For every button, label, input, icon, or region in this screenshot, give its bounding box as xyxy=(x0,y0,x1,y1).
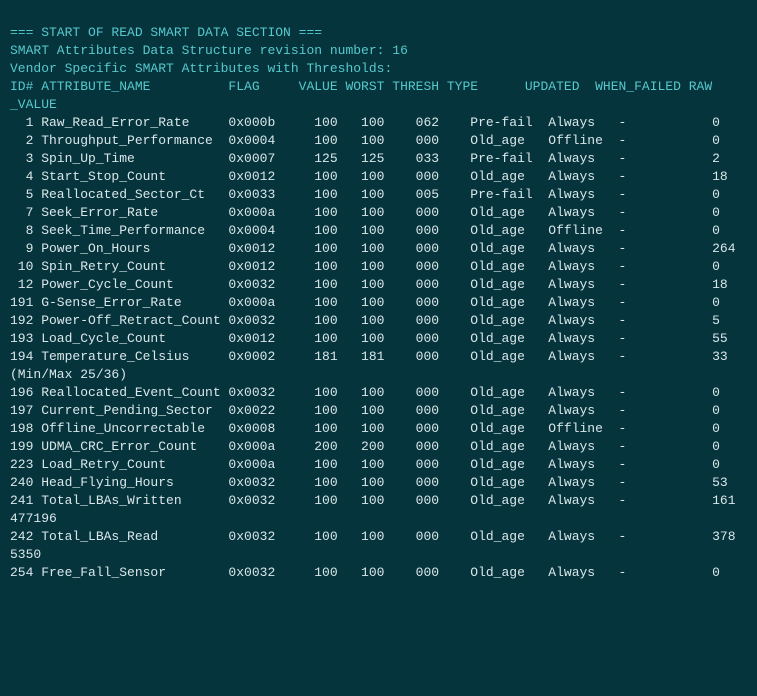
vendor-line: Vendor Specific SMART Attributes with Th… xyxy=(10,61,392,76)
revision-line: SMART Attributes Data Structure revision… xyxy=(10,43,408,58)
terminal-output: === START OF READ SMART DATA SECTION ===… xyxy=(0,18,757,588)
column-headers: ID# ATTRIBUTE_NAME FLAG VALUE WORST THRE… xyxy=(10,79,712,94)
column-headers-cont: _VALUE xyxy=(10,97,57,112)
section-header: === START OF READ SMART DATA SECTION === xyxy=(10,25,322,40)
